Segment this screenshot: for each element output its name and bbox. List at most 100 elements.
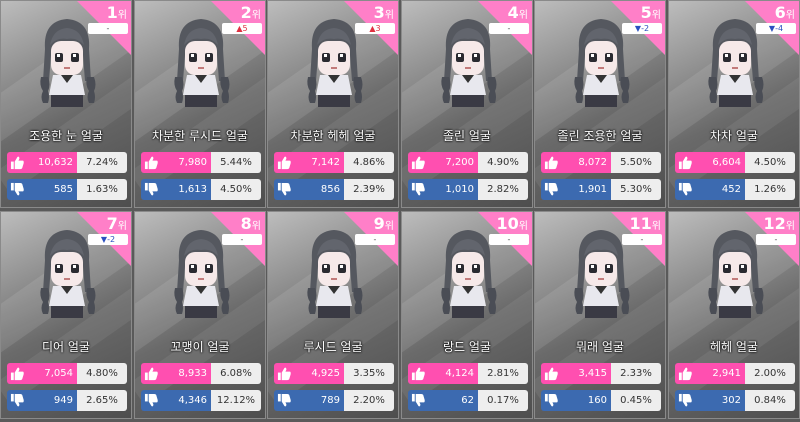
rank-suffix: 위 (785, 10, 795, 21)
like-percent-segment: 4.86% (344, 152, 394, 173)
face-name: 루시드 얼굴 (303, 340, 363, 354)
ranking-card[interactable]: 12위 - 헤헤 얼굴 2,941 2.00% 302 0.84% (668, 211, 800, 419)
dislike-percent: 1.26% (754, 184, 786, 195)
like-bar[interactable]: 2,941 2.00% (675, 363, 795, 384)
dislike-percent-segment: 1.63% (77, 179, 127, 200)
ranking-card[interactable]: 7위 ▼-2 디어 얼굴 7,054 4.80% 949 2.65% (0, 211, 132, 419)
dislike-count: 1,901 (578, 184, 607, 195)
rank-number: 4 (507, 3, 519, 22)
ranking-card[interactable]: 11위 - 뭐래 얼굴 3,415 2.33% 160 0.45% (534, 211, 666, 419)
thumbs-down-icon (144, 393, 158, 407)
rank-change-badge: - (756, 234, 796, 245)
rank-number: 9 (373, 214, 385, 233)
rank-change-badge: - (622, 234, 662, 245)
dislike-percent: 2.39% (353, 184, 385, 195)
like-count-segment: 7,980 (141, 152, 211, 173)
dislike-percent-segment: 2.82% (478, 179, 528, 200)
like-bar[interactable]: 3,415 2.33% (541, 363, 661, 384)
like-bar[interactable]: 7,054 4.80% (7, 363, 127, 384)
rank-number: 5 (640, 3, 652, 22)
like-percent: 2.00% (754, 368, 786, 379)
rank-suffix: 위 (384, 10, 394, 21)
like-bar[interactable]: 8,933 6.08% (141, 363, 261, 384)
ranking-card[interactable]: 6위 ▼-4 차차 얼굴 6,604 4.50% 452 1.26% (668, 0, 800, 208)
dislike-bar[interactable]: 4,346 12.12% (141, 390, 261, 411)
dislike-count: 1,613 (178, 184, 207, 195)
rank-label: 11위 (630, 215, 661, 236)
thumbs-down-icon (10, 393, 24, 407)
ranking-card[interactable]: 8위 - 꼬맹이 얼굴 8,933 6.08% 4,346 12.12% (134, 211, 266, 419)
like-count: 7,142 (311, 157, 340, 168)
like-percent-segment: 2.33% (611, 363, 661, 384)
dislike-bar[interactable]: 1,010 2.82% (408, 179, 528, 200)
dislike-bar[interactable]: 789 2.20% (274, 390, 394, 411)
dislike-percent-segment: 0.17% (478, 390, 528, 411)
thumbs-up-icon (411, 156, 425, 170)
like-bar[interactable]: 4,925 3.35% (274, 363, 394, 384)
like-percent: 2.33% (620, 368, 652, 379)
rank-number: 11 (629, 214, 652, 233)
like-count: 8,072 (578, 157, 607, 168)
ranking-card[interactable]: 3위 ▲3 차분한 헤헤 얼굴 7,142 4.86% 856 2.39% (267, 0, 399, 208)
dislike-percent: 4.50% (220, 184, 252, 195)
rank-label: 5위 (641, 4, 661, 25)
dislike-bar[interactable]: 856 2.39% (274, 179, 394, 200)
face-ranking-grid: 1위 - 조용한 눈 얼굴 10,632 7.24% 585 1.63% 2위 … (0, 0, 800, 422)
dislike-percent: 1.63% (86, 184, 118, 195)
dislike-bar[interactable]: 62 0.17% (408, 390, 528, 411)
ranking-card[interactable]: 4위 - 졸린 얼굴 7,200 4.90% 1,010 2.82% (401, 0, 533, 208)
dislike-percent-segment: 2.20% (344, 390, 394, 411)
dislike-bar[interactable]: 452 1.26% (675, 179, 795, 200)
like-count-segment: 10,632 (7, 152, 77, 173)
ranking-card[interactable]: 1위 - 조용한 눈 얼굴 10,632 7.24% 585 1.63% (0, 0, 132, 208)
dislike-count-segment: 452 (675, 179, 745, 200)
thumbs-up-icon (144, 367, 158, 381)
dislike-count: 949 (53, 395, 73, 406)
ranking-card[interactable]: 5위 ▼-2 졸린 조용한 얼굴 8,072 5.50% 1,901 5.30% (534, 0, 666, 208)
like-percent-segment: 4.80% (77, 363, 127, 384)
dislike-count-segment: 1,901 (541, 179, 611, 200)
dislike-bar[interactable]: 585 1.63% (7, 179, 127, 200)
ranking-card[interactable]: 10위 - 랑드 얼굴 4,124 2.81% 62 0.17% (401, 211, 533, 419)
dislike-bar[interactable]: 1,901 5.30% (541, 179, 661, 200)
like-bar[interactable]: 6,604 4.50% (675, 152, 795, 173)
rank-label: 6위 (775, 4, 795, 25)
dislike-bar[interactable]: 949 2.65% (7, 390, 127, 411)
like-percent: 2.81% (487, 368, 519, 379)
dislike-count-segment: 949 (7, 390, 77, 411)
dislike-count: 302 (721, 395, 741, 406)
ranking-card[interactable]: 2위 ▲5 차분한 루시드 얼굴 7,980 5.44% 1,613 4.50% (134, 0, 266, 208)
thumbs-down-icon (544, 393, 558, 407)
dislike-bar[interactable]: 1,613 4.50% (141, 179, 261, 200)
face-name: 디어 얼굴 (42, 340, 90, 354)
thumbs-up-icon (678, 367, 692, 381)
like-bar[interactable]: 7,142 4.86% (274, 152, 394, 173)
like-bar[interactable]: 4,124 2.81% (408, 363, 528, 384)
rank-number: 7 (106, 214, 118, 233)
dislike-count: 62 (461, 395, 474, 406)
rank-suffix: 위 (518, 221, 528, 232)
dislike-count-segment: 585 (7, 179, 77, 200)
dislike-percent: 2.82% (487, 184, 519, 195)
dislike-percent-segment: 2.65% (77, 390, 127, 411)
dislike-percent-segment: 1.26% (745, 179, 795, 200)
rank-label: 8위 (241, 215, 261, 236)
dislike-bar[interactable]: 302 0.84% (675, 390, 795, 411)
thumbs-up-icon (678, 156, 692, 170)
dislike-count: 1,010 (445, 184, 474, 195)
like-bar[interactable]: 7,980 5.44% (141, 152, 261, 173)
dislike-count: 4,346 (178, 395, 207, 406)
dislike-count: 452 (721, 184, 741, 195)
dislike-count-segment: 62 (408, 390, 478, 411)
ranking-card[interactable]: 9위 - 루시드 얼굴 4,925 3.35% 789 2.20% (267, 211, 399, 419)
rank-number: 12 (763, 214, 786, 233)
like-bar[interactable]: 10,632 7.24% (7, 152, 127, 173)
dislike-bar[interactable]: 160 0.45% (541, 390, 661, 411)
like-bar[interactable]: 7,200 4.90% (408, 152, 528, 173)
like-count-segment: 8,072 (541, 152, 611, 173)
like-percent-segment: 6.08% (211, 363, 261, 384)
rank-change-badge: - (88, 23, 128, 34)
like-percent: 4.50% (754, 157, 786, 168)
dislike-count-segment: 4,346 (141, 390, 211, 411)
like-bar[interactable]: 8,072 5.50% (541, 152, 661, 173)
